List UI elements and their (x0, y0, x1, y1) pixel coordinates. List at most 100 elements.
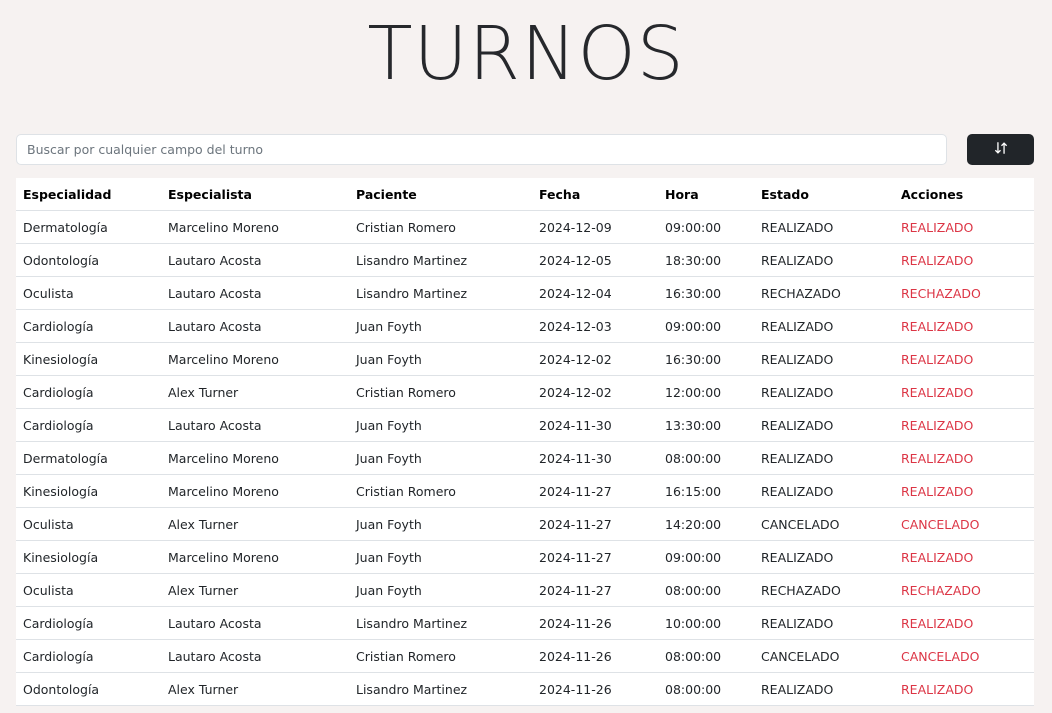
cell-paciente: Lisandro Martinez (349, 606, 532, 640)
cell-hora: 12:00:00 (658, 375, 754, 409)
cell-especialidad: Cardiología (16, 639, 161, 673)
cell-estado: REALIZADO (754, 441, 894, 475)
cell-estado: REALIZADO (754, 474, 894, 508)
cell-estado: REALIZADO (754, 540, 894, 574)
cell-hora: 13:30:00 (658, 408, 754, 442)
turnos-table-container: Especialidad Especialista Paciente Fecha… (16, 178, 1034, 706)
cell-estado: REALIZADO (754, 672, 894, 706)
cell-estado: REALIZADO (754, 309, 894, 343)
cell-fecha: 2024-11-27 (532, 507, 658, 541)
cell-acciones: REALIZADO (894, 210, 1034, 244)
cell-especialidad: Cardiología (16, 606, 161, 640)
cell-especialidad: Odontología (16, 672, 161, 706)
cell-paciente: Juan Foyth (349, 408, 532, 442)
action-link[interactable]: RECHAZADO (901, 583, 981, 598)
cell-fecha: 2024-12-05 (532, 243, 658, 277)
cell-especialidad: Dermatología (16, 441, 161, 475)
cell-paciente: Juan Foyth (349, 507, 532, 541)
action-link[interactable]: REALIZADO (901, 550, 973, 565)
cell-fecha: 2024-12-02 (532, 342, 658, 376)
table-row: Dermatología Marcelino Moreno Cristian Rom… (16, 210, 1034, 244)
sort-button[interactable] (967, 134, 1034, 165)
column-header-fecha: Fecha (532, 178, 658, 211)
cell-hora: 16:30:00 (658, 276, 754, 310)
cell-especialidad: Oculista (16, 276, 161, 310)
cell-especialista: Lautaro Acosta (161, 639, 349, 673)
cell-especialista: Lautaro Acosta (161, 276, 349, 310)
cell-fecha: 2024-11-27 (532, 474, 658, 508)
cell-hora: 18:30:00 (658, 243, 754, 277)
cell-especialista: Lautaro Acosta (161, 408, 349, 442)
action-link[interactable]: RECHAZADO (901, 286, 981, 301)
cell-fecha: 2024-12-03 (532, 309, 658, 343)
action-link[interactable]: REALIZADO (901, 253, 973, 268)
cell-fecha: 2024-11-27 (532, 540, 658, 574)
cell-acciones: REALIZADO (894, 474, 1034, 508)
table-row: Cardiología Lautaro Acosta Juan Foyth 2024-… (16, 309, 1034, 343)
cell-acciones: REALIZADO (894, 309, 1034, 343)
cell-fecha: 2024-12-09 (532, 210, 658, 244)
cell-acciones: REALIZADO (894, 342, 1034, 376)
cell-especialidad: Oculista (16, 507, 161, 541)
cell-acciones: RECHAZADO (894, 573, 1034, 607)
cell-hora: 09:00:00 (658, 210, 754, 244)
cell-especialista: Lautaro Acosta (161, 309, 349, 343)
cell-paciente: Lisandro Martinez (349, 672, 532, 706)
table-row: Kinesiología Marcelino Moreno Juan Foyth 20… (16, 540, 1034, 574)
action-link[interactable]: REALIZADO (901, 418, 973, 433)
table-row: Oculista Lautaro Acosta Lisandro Martinez 2… (16, 276, 1034, 310)
action-link[interactable]: REALIZADO (901, 616, 973, 631)
action-link[interactable]: REALIZADO (901, 451, 973, 466)
cell-paciente: Juan Foyth (349, 540, 532, 574)
cell-acciones: REALIZADO (894, 243, 1034, 277)
cell-acciones: REALIZADO (894, 540, 1034, 574)
cell-hora: 08:00:00 (658, 573, 754, 607)
cell-paciente: Juan Foyth (349, 342, 532, 376)
action-link[interactable]: REALIZADO (901, 220, 973, 235)
table-header-row: Especialidad Especialista Paciente Fecha… (16, 178, 1034, 211)
column-header-especialista: Especialista (161, 178, 349, 211)
action-link[interactable]: REALIZADO (901, 484, 973, 499)
cell-especialidad: Kinesiología (16, 342, 161, 376)
cell-fecha: 2024-11-30 (532, 441, 658, 475)
cell-hora: 09:00:00 (658, 309, 754, 343)
action-link[interactable]: CANCELADO (901, 649, 980, 664)
action-link[interactable]: REALIZADO (901, 682, 973, 697)
cell-acciones: REALIZADO (894, 375, 1034, 409)
cell-acciones: REALIZADO (894, 408, 1034, 442)
cell-paciente: Cristian Romero (349, 375, 532, 409)
cell-hora: 08:00:00 (658, 639, 754, 673)
table-row: Cardiología Lautaro Acosta Juan Foyth 2024-… (16, 408, 1034, 442)
cell-especialista: Alex Turner (161, 375, 349, 409)
action-link[interactable]: REALIZADO (901, 319, 973, 334)
cell-especialista: Lautaro Acosta (161, 606, 349, 640)
cell-acciones: REALIZADO (894, 441, 1034, 475)
cell-especialidad: Cardiología (16, 408, 161, 442)
table-row: Kinesiología Marcelino Moreno Cristian Rom… (16, 474, 1034, 508)
cell-hora: 14:20:00 (658, 507, 754, 541)
table-body: Dermatología Marcelino Moreno Cristian Rom… (16, 210, 1034, 706)
action-link[interactable]: REALIZADO (901, 352, 973, 367)
column-header-estado: Estado (754, 178, 894, 211)
cell-fecha: 2024-11-26 (532, 639, 658, 673)
table-row: Odontología Lautaro Acosta Lisandro Martin… (16, 243, 1034, 277)
action-link[interactable]: REALIZADO (901, 385, 973, 400)
action-link[interactable]: CANCELADO (901, 517, 980, 532)
cell-hora: 08:00:00 (658, 441, 754, 475)
cell-estado: REALIZADO (754, 606, 894, 640)
cell-fecha: 2024-12-02 (532, 375, 658, 409)
table-row: Odontología Alex Turner Lisandro Martinez 2… (16, 672, 1034, 706)
cell-paciente: Juan Foyth (349, 573, 532, 607)
cell-paciente: Cristian Romero (349, 474, 532, 508)
cell-estado: REALIZADO (754, 342, 894, 376)
cell-estado: REALIZADO (754, 375, 894, 409)
cell-estado: CANCELADO (754, 639, 894, 673)
cell-hora: 10:00:00 (658, 606, 754, 640)
search-input[interactable] (16, 134, 947, 165)
sort-arrows-icon (994, 141, 1008, 158)
cell-especialista: Alex Turner (161, 672, 349, 706)
cell-especialidad: Kinesiología (16, 474, 161, 508)
table-row: Cardiología Lautaro Acosta Lisandro Martin… (16, 606, 1034, 640)
table-row: Oculista Alex Turner Juan Foyth 2024-11-27 1… (16, 507, 1034, 541)
cell-especialidad: Kinesiología (16, 540, 161, 574)
